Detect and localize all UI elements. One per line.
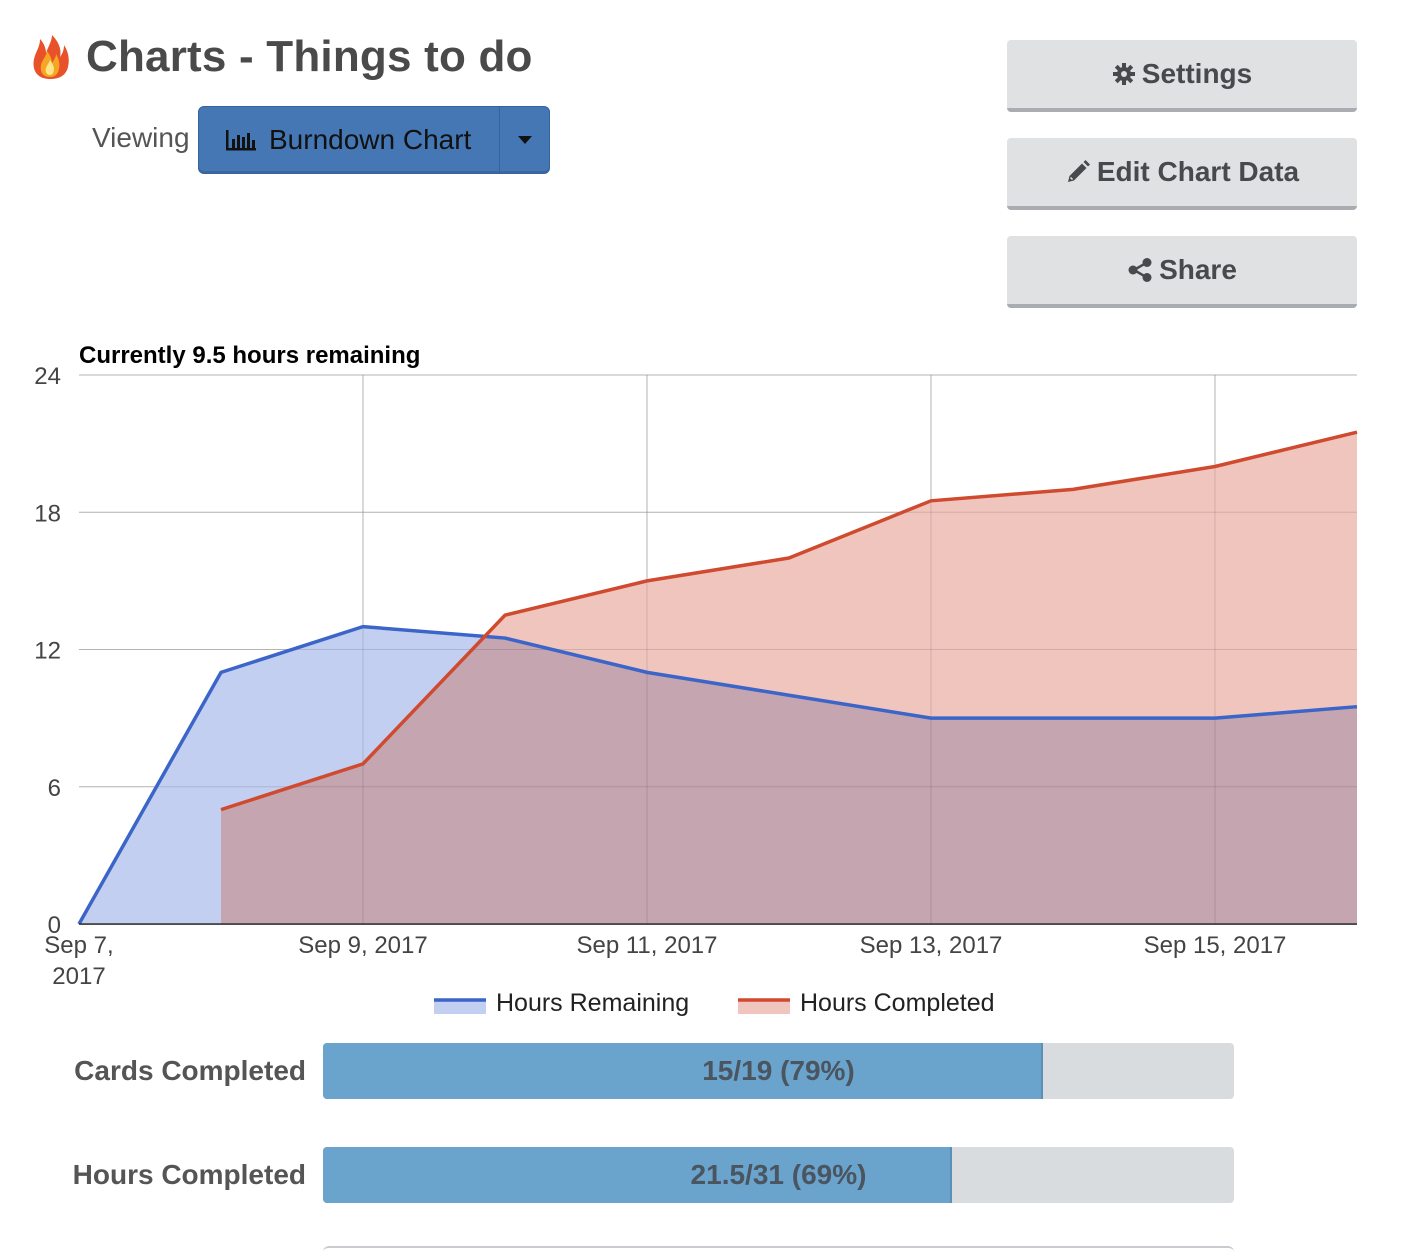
legend-hours-completed-label: Hours Completed (800, 989, 995, 1017)
x-tick-label: Sep 13, 2017 (860, 932, 1003, 959)
page-title: Charts - Things to do (86, 32, 533, 81)
cards-completed-row: Cards Completed 15/19 (79%) (0, 1043, 1406, 1099)
cards-completed-progress: 15/19 (79%) (323, 1043, 1234, 1099)
hours-completed-text: 21.5/31 (69%) (690, 1159, 867, 1190)
hours-completed-progress: 21.5/31 (69%) (323, 1147, 1234, 1203)
settings-label: Settings (1141, 58, 1253, 89)
x-tick-label: Sep 7, (44, 932, 113, 959)
hours-completed-label: Hours Completed (72, 1159, 306, 1190)
y-tick-label: 6 (48, 775, 61, 802)
legend-hours-remaining-swatch (434, 1000, 486, 1014)
legend-hours-remaining-label: Hours Remaining (496, 989, 689, 1017)
share-label: Share (1159, 254, 1237, 285)
chart-type-label: Burndown Chart (269, 124, 472, 155)
x-tick-label: Sep 9, 2017 (298, 932, 427, 959)
y-tick-label: 18 (34, 500, 61, 527)
x-tick-label: 2017 (52, 963, 105, 990)
viewing-label: Viewing (92, 122, 190, 153)
gear-icon (1112, 63, 1135, 85)
legend-hours-completed-swatch (738, 1000, 790, 1014)
y-tick-label: 12 (34, 638, 61, 665)
cards-completed-label: Cards Completed (74, 1055, 306, 1086)
chart-type-dropdown[interactable]: Burndown Chart (198, 106, 550, 174)
dropdown-toggle[interactable] (499, 107, 549, 173)
caret-down-icon (517, 136, 532, 144)
edit-chart-data-button[interactable]: Edit Chart Data (1007, 138, 1357, 210)
share-button[interactable]: Share (1007, 236, 1357, 308)
share-icon (1128, 258, 1152, 282)
bar-chart-icon (226, 130, 256, 151)
settings-button[interactable]: Settings (1007, 40, 1357, 112)
next-progress-bar-edge (323, 1246, 1234, 1252)
burndown-chart: Currently 9.5 hours remaining06121824Sep… (34, 342, 1358, 1017)
chart-type-selected[interactable]: Burndown Chart (199, 107, 499, 173)
hours-completed-row: Hours Completed 21.5/31 (69%) (0, 1147, 1406, 1203)
pencil-icon (1067, 160, 1090, 182)
x-tick-label: Sep 15, 2017 (1144, 932, 1287, 959)
cards-completed-text: 15/19 (79%) (702, 1055, 855, 1086)
chart-title: Currently 9.5 hours remaining (79, 342, 420, 369)
y-tick-label: 24 (34, 363, 61, 390)
x-tick-label: Sep 11, 2017 (576, 932, 717, 959)
edit-chart-data-label: Edit Chart Data (1096, 156, 1300, 187)
page-header: Charts - Things to do (30, 32, 533, 82)
flame-icon (33, 35, 69, 79)
